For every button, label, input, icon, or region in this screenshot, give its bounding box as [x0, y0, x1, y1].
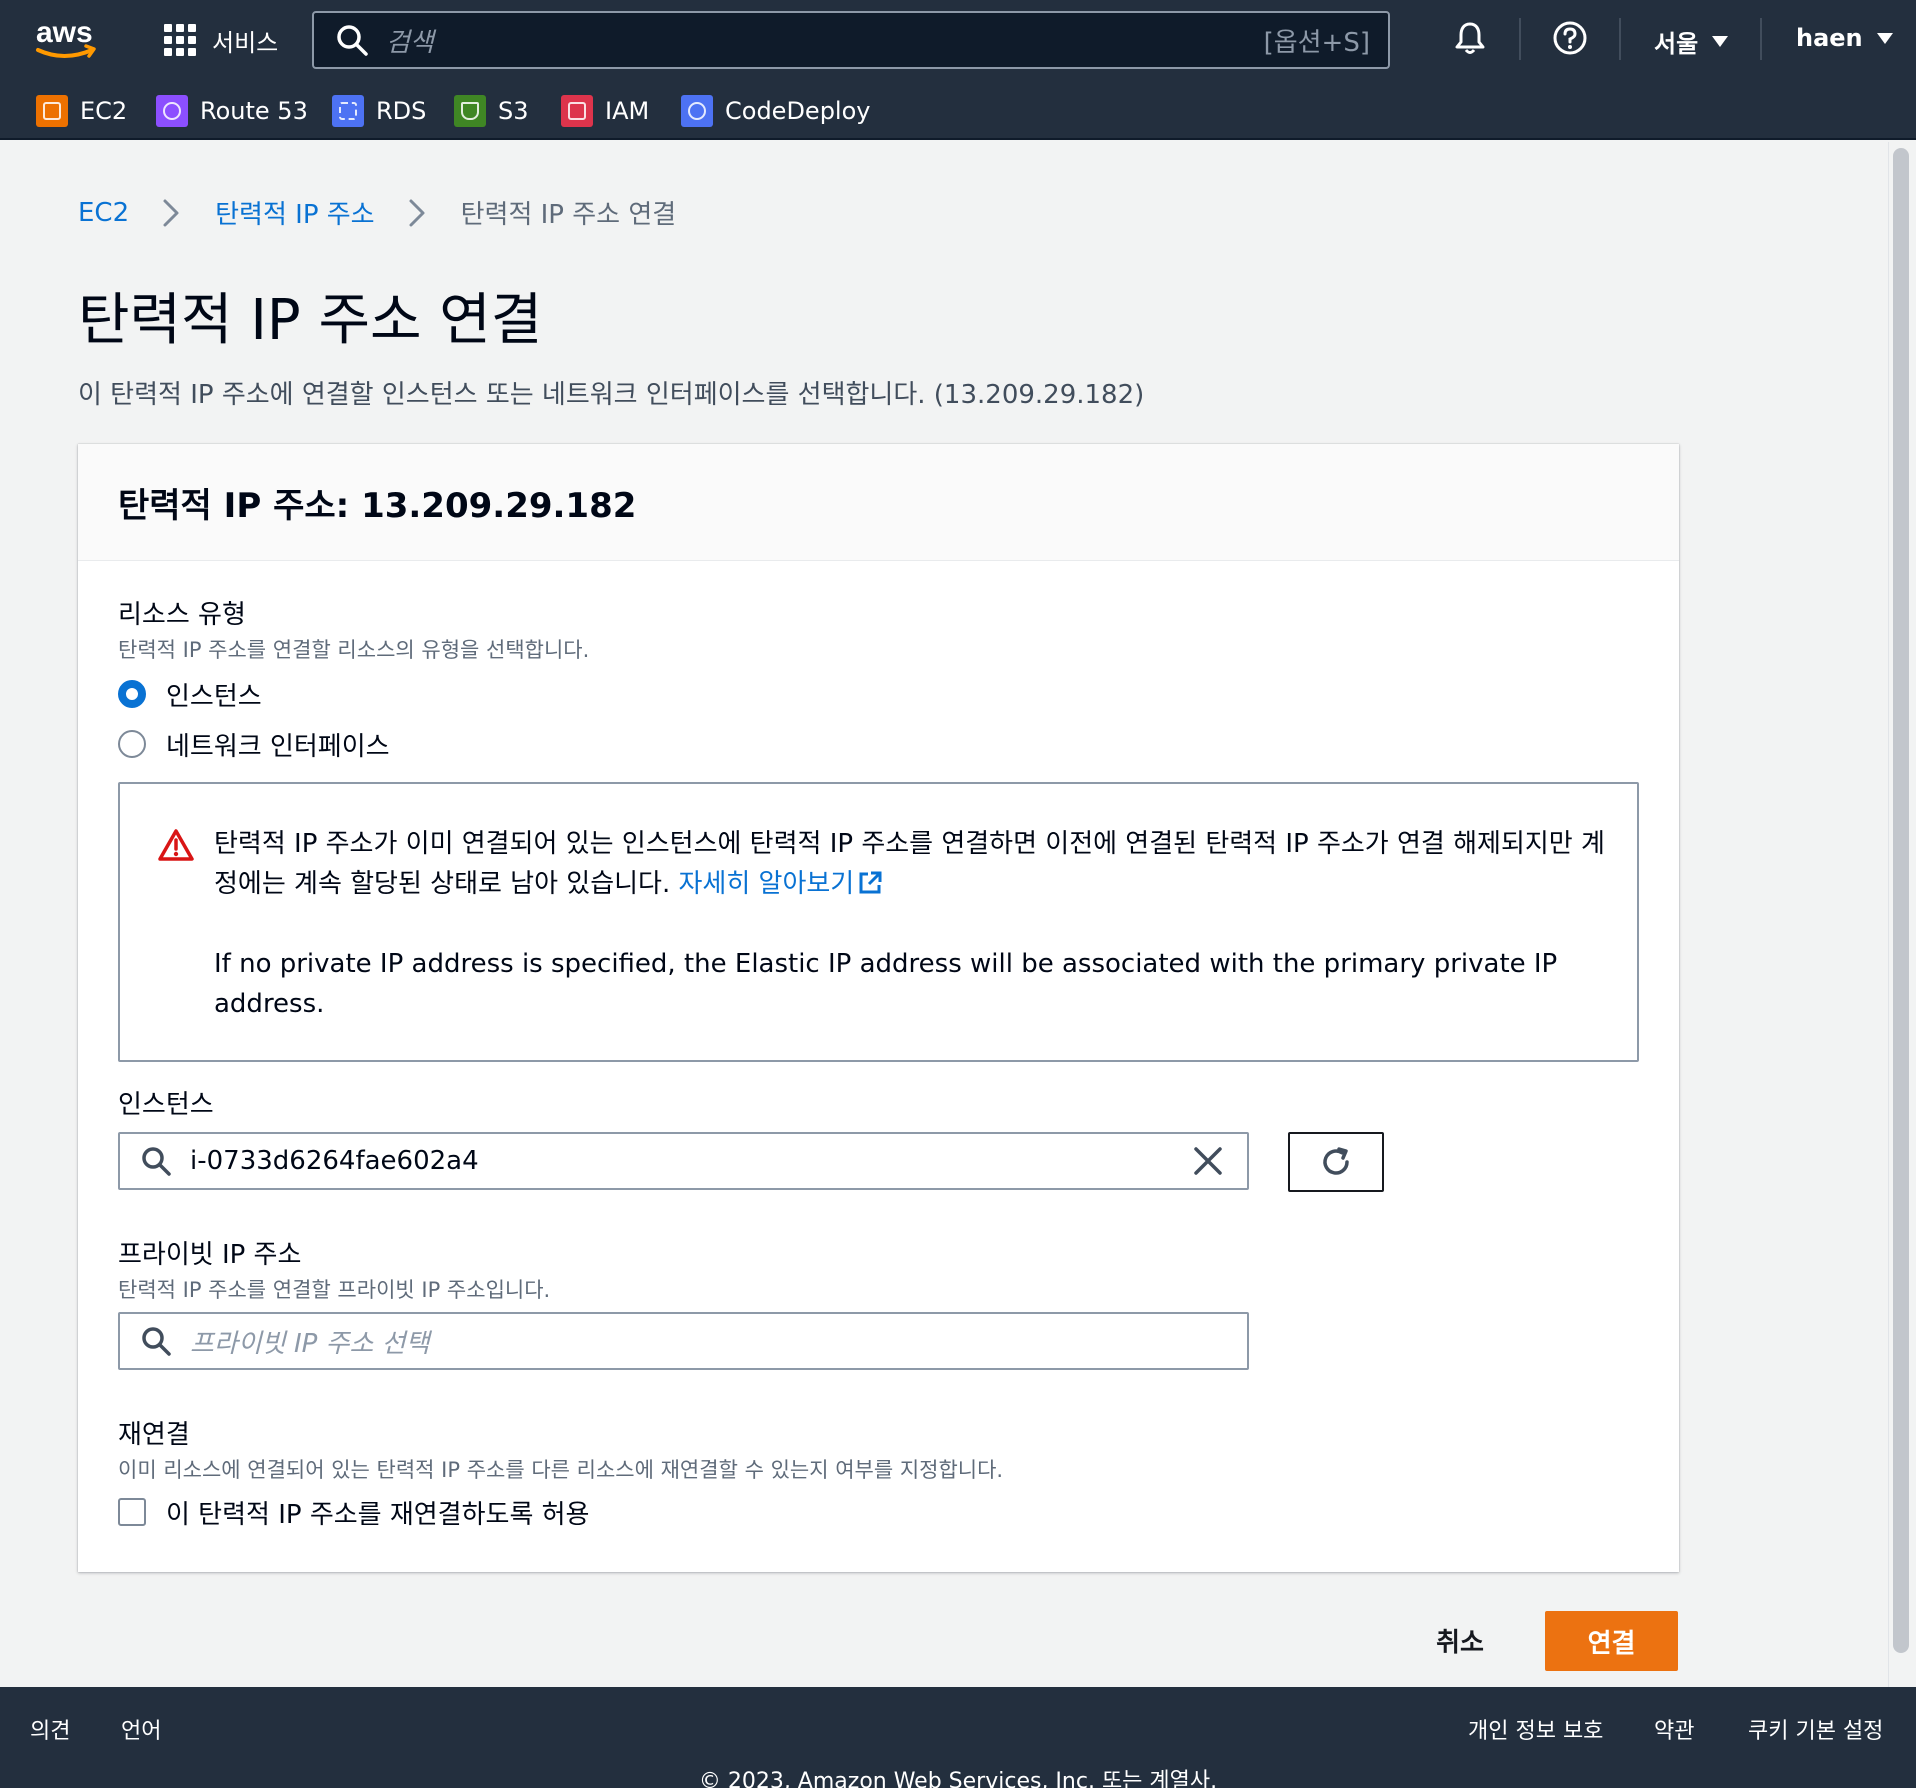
favorite-rds[interactable]: RDS: [332, 94, 426, 128]
region-selector[interactable]: 서울: [1654, 24, 1729, 59]
alert-text: 탄력적 IP 주소가 이미 연결되어 있는 인스턴스에 탄력적 IP 주소를 연…: [214, 824, 1614, 904]
favorite-label: Route 53: [200, 97, 308, 125]
search-icon: [337, 25, 368, 56]
favorite-ec2[interactable]: EC2: [36, 94, 127, 128]
account-menu[interactable]: haen: [1796, 24, 1893, 52]
alert-note: If no private IP address is specified, t…: [214, 949, 1558, 1019]
services-label: 서비스: [212, 28, 279, 57]
codedeploy-icon: [681, 95, 713, 127]
chevron-right-icon: [409, 199, 425, 226]
learn-more-label: 자세히 알아보기: [678, 869, 855, 899]
favorite-label: EC2: [80, 97, 128, 125]
terms-link[interactable]: 약관: [1654, 1713, 1694, 1745]
external-link-icon: [859, 871, 882, 894]
language-link[interactable]: 언어: [121, 1713, 161, 1745]
reassociation-description: 이미 리소스에 연결되어 있는 탄력적 IP 주소를 다른 리소스에 재연결할 …: [118, 1458, 1004, 1482]
refresh-icon: [1323, 1147, 1349, 1175]
top-navigation: aws 서비스 검색 [옵션+S] 서울 haen: [0, 0, 1916, 80]
resource-type-description: 탄력적 IP 주소를 연결할 리소스의 유형을 선택합니다.: [118, 638, 590, 662]
private-ip-placeholder: 프라이빗 IP 주소 선택: [190, 1328, 430, 1359]
clear-icon[interactable]: [1191, 1144, 1225, 1178]
caret-down-icon: [1712, 36, 1729, 47]
favorite-s3[interactable]: S3: [454, 94, 529, 128]
route53-icon: [156, 95, 188, 127]
breadcrumb: EC2 탄력적 IP 주소 탄력적 IP 주소 연결: [78, 194, 676, 231]
alert-message: 탄력적 IP 주소가 이미 연결되어 있는 인스턴스에 탄력적 IP 주소를 연…: [214, 829, 1605, 899]
nav-divider: [1760, 18, 1762, 60]
rds-icon: [332, 95, 364, 127]
instance-label: 인스턴스: [118, 1090, 214, 1120]
svg-text:aws: aws: [36, 16, 93, 49]
page-title: 탄력적 IP 주소 연결: [78, 288, 543, 353]
reassociation-checkbox-label[interactable]: 이 탄력적 IP 주소를 재연결하도록 허용: [166, 1494, 589, 1531]
nav-divider: [1619, 18, 1621, 60]
global-search-input[interactable]: 검색 [옵션+S]: [312, 11, 1390, 69]
chevron-right-icon: [163, 199, 179, 226]
favorite-label: IAM: [605, 97, 650, 125]
private-ip-select[interactable]: 프라이빗 IP 주소 선택: [118, 1312, 1249, 1370]
search-shortcut: [옵션+S]: [1263, 27, 1370, 58]
bell-icon[interactable]: [1450, 18, 1490, 58]
warning-alert: 탄력적 IP 주소가 이미 연결되어 있는 인스턴스에 탄력적 IP 주소를 연…: [118, 782, 1639, 1062]
favorites-bar: EC2 Route 53 RDS S3 IAM CodeDeploy: [0, 80, 1916, 140]
scrollbar-thumb[interactable]: [1893, 148, 1909, 1653]
breadcrumb-ec2[interactable]: EC2: [78, 198, 129, 228]
user-name: haen: [1796, 24, 1863, 52]
radio-network-interface-label[interactable]: 네트워크 인터페이스: [166, 726, 390, 763]
footer: 의견 언어 개인 정보 보호 약관 쿠키 기본 설정 © 2023, Amazo…: [0, 1687, 1916, 1788]
breadcrumb-elastic-ips[interactable]: 탄력적 IP 주소: [215, 194, 374, 231]
favorite-route53[interactable]: Route 53: [156, 94, 308, 128]
associate-button[interactable]: 연결: [1545, 1611, 1678, 1671]
nav-divider: [1519, 18, 1521, 60]
caret-down-icon: [1876, 32, 1893, 44]
services-menu-button[interactable]: 서비스: [164, 22, 278, 58]
region-label: 서울: [1654, 30, 1699, 58]
container-title: 탄력적 IP 주소: 13.209.29.182: [118, 485, 637, 526]
instance-value: i-0733d6264fae602a4: [190, 1146, 479, 1176]
radio-network-interface[interactable]: [118, 730, 146, 758]
favorite-label: S3: [498, 97, 529, 125]
reassociation-checkbox[interactable]: [118, 1498, 146, 1526]
radio-instance[interactable]: [118, 680, 146, 708]
aws-logo[interactable]: aws: [34, 14, 98, 64]
associate-form-container: 탄력적 IP 주소: 13.209.29.182 리소스 유형 탄력적 IP 주…: [78, 444, 1679, 1572]
ec2-icon: [36, 95, 68, 127]
s3-icon: [454, 95, 486, 127]
grid-icon: [164, 24, 196, 56]
learn-more-link[interactable]: 자세히 알아보기: [679, 869, 885, 899]
private-ip-description: 탄력적 IP 주소를 연결할 프라이빗 IP 주소입니다.: [118, 1278, 551, 1302]
warning-icon: [158, 829, 194, 861]
breadcrumb-current: 탄력적 IP 주소 연결: [460, 200, 677, 230]
search-icon: [142, 1327, 171, 1356]
favorite-label: RDS: [376, 97, 427, 125]
reassociation-label: 재연결: [118, 1420, 190, 1450]
private-ip-label: 프라이빗 IP 주소: [118, 1240, 302, 1270]
cancel-button[interactable]: 취소: [1410, 1610, 1510, 1670]
page-description: 이 탄력적 IP 주소에 연결할 인스턴스 또는 네트워크 인터페이스를 선택합…: [78, 380, 1145, 410]
iam-icon: [561, 95, 593, 127]
favorite-codedeploy[interactable]: CodeDeploy: [681, 94, 870, 128]
radio-instance-label[interactable]: 인스턴스: [166, 676, 262, 713]
feedback-link[interactable]: 의견: [30, 1713, 70, 1745]
search-placeholder: 검색: [386, 27, 434, 58]
refresh-button[interactable]: [1288, 1132, 1384, 1192]
resource-type-label: 리소스 유형: [118, 600, 246, 630]
privacy-link[interactable]: 개인 정보 보호: [1468, 1713, 1603, 1745]
help-icon[interactable]: [1550, 18, 1590, 58]
favorite-iam[interactable]: IAM: [561, 94, 649, 128]
container-header: 탄력적 IP 주소: 13.209.29.182: [78, 444, 1679, 561]
instance-search-input[interactable]: i-0733d6264fae602a4: [118, 1132, 1249, 1190]
search-icon: [142, 1147, 171, 1176]
favorite-label: CodeDeploy: [725, 97, 871, 125]
cookie-preferences-link[interactable]: 쿠키 기본 설정: [1748, 1713, 1883, 1745]
copyright: © 2023, Amazon Web Services, Inc. 또는 계열사…: [698, 1769, 1218, 1788]
